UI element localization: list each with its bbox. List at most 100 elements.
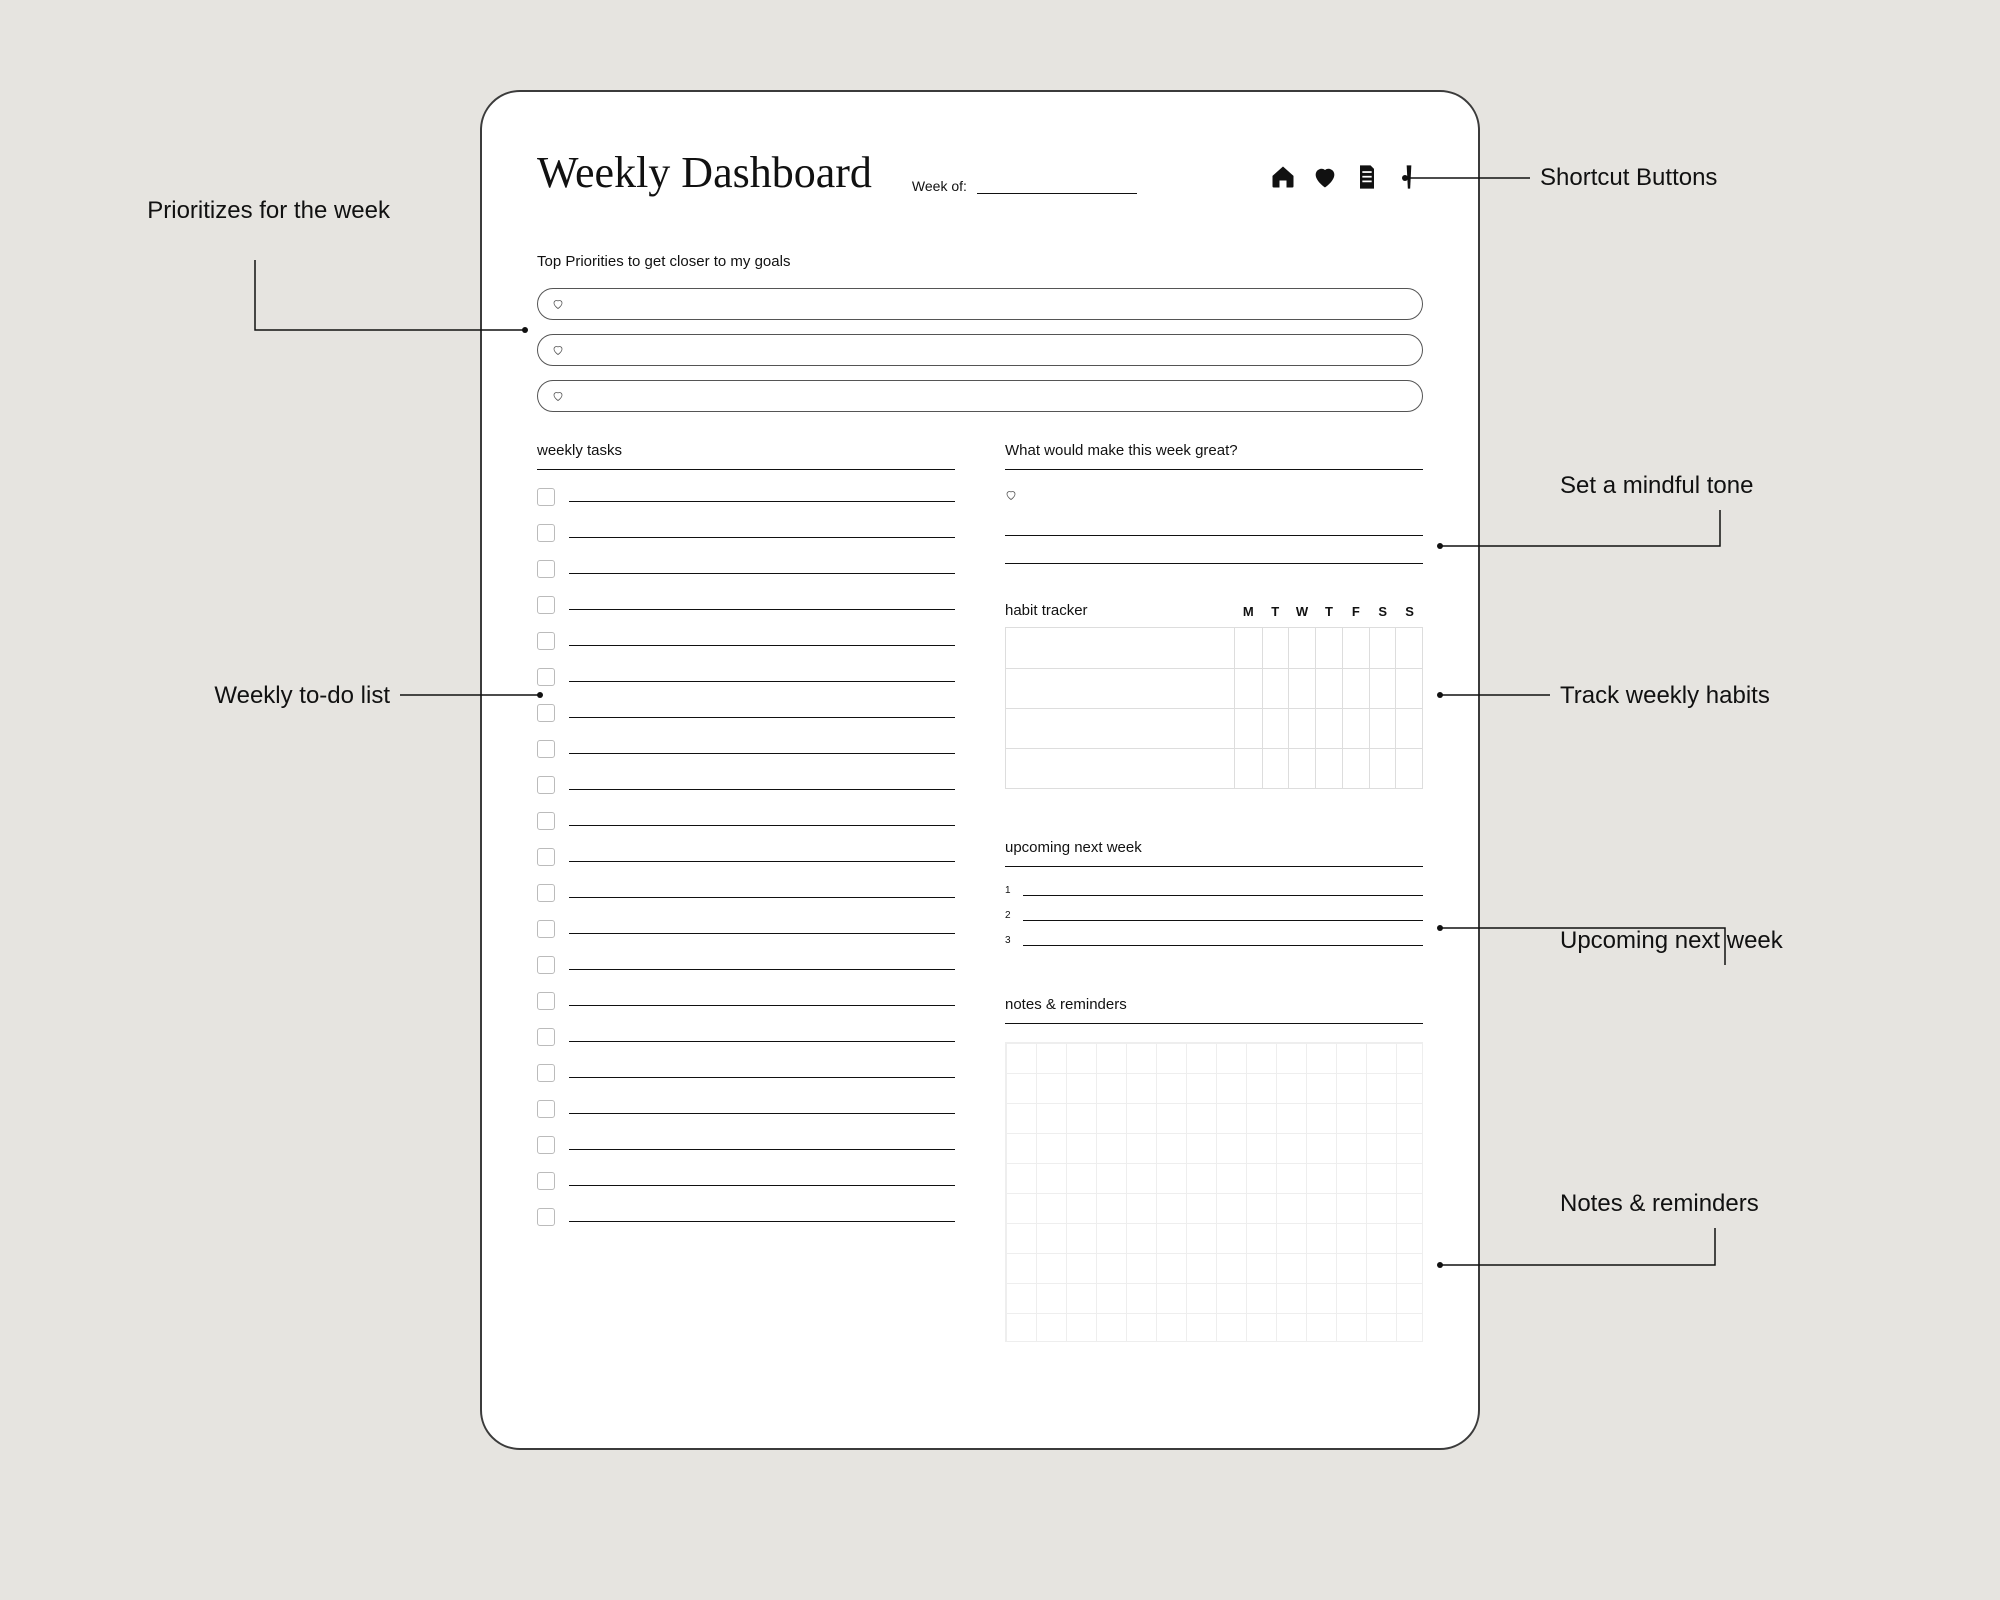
task-input-line[interactable] [569, 780, 955, 790]
task-checkbox[interactable] [537, 1208, 555, 1226]
heart-icon[interactable] [1311, 163, 1339, 196]
task-row[interactable] [537, 920, 955, 938]
habit-cell[interactable] [1395, 628, 1422, 668]
task-checkbox[interactable] [537, 848, 555, 866]
habit-cell[interactable] [1288, 749, 1315, 788]
habit-cell[interactable] [1235, 669, 1262, 708]
task-row[interactable] [537, 1028, 955, 1046]
task-row[interactable] [537, 1208, 955, 1226]
task-input-line[interactable] [569, 960, 955, 970]
task-input-line[interactable] [569, 1068, 955, 1078]
habit-name-cell[interactable] [1006, 749, 1235, 788]
task-checkbox[interactable] [537, 1100, 555, 1118]
task-checkbox[interactable] [537, 524, 555, 542]
priority-row[interactable] [537, 288, 1423, 320]
habit-cell[interactable] [1315, 669, 1342, 708]
habit-cell[interactable] [1342, 628, 1369, 668]
task-row[interactable] [537, 740, 955, 758]
habit-cell[interactable] [1262, 669, 1289, 708]
task-input-line[interactable] [569, 852, 955, 862]
task-row[interactable] [537, 776, 955, 794]
task-checkbox[interactable] [537, 1172, 555, 1190]
task-input-line[interactable] [569, 888, 955, 898]
task-checkbox[interactable] [537, 704, 555, 722]
priority-row[interactable] [537, 380, 1423, 412]
task-input-line[interactable] [569, 816, 955, 826]
task-row[interactable] [537, 596, 955, 614]
task-input-line[interactable] [569, 672, 955, 682]
task-input-line[interactable] [569, 744, 955, 754]
task-input-line[interactable] [569, 564, 955, 574]
habit-cell[interactable] [1262, 628, 1289, 668]
task-input-line[interactable] [569, 600, 955, 610]
habit-cell[interactable] [1342, 749, 1369, 788]
task-row[interactable] [537, 1172, 955, 1190]
priority-row[interactable] [537, 334, 1423, 366]
task-checkbox[interactable] [537, 1136, 555, 1154]
task-checkbox[interactable] [537, 560, 555, 578]
task-checkbox[interactable] [537, 992, 555, 1010]
pen-icon[interactable] [1395, 163, 1423, 196]
habit-cell[interactable] [1235, 628, 1262, 668]
task-checkbox[interactable] [537, 668, 555, 686]
habit-cell[interactable] [1288, 709, 1315, 748]
habit-cell[interactable] [1369, 628, 1396, 668]
task-row[interactable] [537, 1136, 955, 1154]
week-of-field[interactable]: Week of: [912, 178, 1229, 198]
task-input-line[interactable] [569, 528, 955, 538]
habit-cell[interactable] [1288, 669, 1315, 708]
task-input-line[interactable] [569, 1212, 955, 1222]
task-row[interactable] [537, 488, 955, 506]
habit-cell[interactable] [1262, 709, 1289, 748]
task-input-line[interactable] [569, 492, 955, 502]
task-row[interactable] [537, 704, 955, 722]
habit-cell[interactable] [1342, 669, 1369, 708]
task-row[interactable] [537, 956, 955, 974]
task-row[interactable] [537, 668, 955, 686]
upcoming-input-line[interactable] [1023, 911, 1423, 921]
habit-cell[interactable] [1342, 709, 1369, 748]
task-checkbox[interactable] [537, 956, 555, 974]
habit-cell[interactable] [1315, 628, 1342, 668]
week-of-input-line[interactable] [977, 180, 1137, 194]
task-input-line[interactable] [569, 1140, 955, 1150]
upcoming-input-line[interactable] [1023, 936, 1423, 946]
notes-grid[interactable] [1005, 1042, 1423, 1342]
task-row[interactable] [537, 812, 955, 830]
task-checkbox[interactable] [537, 920, 555, 938]
habit-cell[interactable] [1315, 709, 1342, 748]
habit-cell[interactable] [1369, 669, 1396, 708]
upcoming-row[interactable]: 2 [1005, 910, 1423, 921]
mindful-input-line[interactable] [1005, 542, 1423, 564]
task-input-line[interactable] [569, 636, 955, 646]
task-row[interactable] [537, 848, 955, 866]
task-input-line[interactable] [569, 1176, 955, 1186]
habit-cell[interactable] [1369, 709, 1396, 748]
habit-cell[interactable] [1369, 749, 1396, 788]
habit-name-cell[interactable] [1006, 709, 1235, 748]
upcoming-row[interactable]: 1 [1005, 885, 1423, 896]
task-input-line[interactable] [569, 1104, 955, 1114]
upcoming-row[interactable]: 3 [1005, 935, 1423, 946]
habit-tracker-grid[interactable] [1005, 627, 1423, 789]
task-checkbox[interactable] [537, 488, 555, 506]
task-row[interactable] [537, 632, 955, 650]
habit-cell[interactable] [1235, 749, 1262, 788]
task-input-line[interactable] [569, 708, 955, 718]
task-checkbox[interactable] [537, 596, 555, 614]
upcoming-input-line[interactable] [1023, 886, 1423, 896]
habit-cell[interactable] [1315, 749, 1342, 788]
habit-cell[interactable] [1288, 628, 1315, 668]
task-checkbox[interactable] [537, 632, 555, 650]
task-input-line[interactable] [569, 1032, 955, 1042]
task-checkbox[interactable] [537, 1064, 555, 1082]
task-checkbox[interactable] [537, 884, 555, 902]
habit-cell[interactable] [1235, 709, 1262, 748]
habit-cell[interactable] [1395, 749, 1422, 788]
task-checkbox[interactable] [537, 740, 555, 758]
task-row[interactable] [537, 560, 955, 578]
habit-cell[interactable] [1395, 709, 1422, 748]
document-icon[interactable] [1353, 163, 1381, 196]
task-row[interactable] [537, 524, 955, 542]
task-input-line[interactable] [569, 996, 955, 1006]
